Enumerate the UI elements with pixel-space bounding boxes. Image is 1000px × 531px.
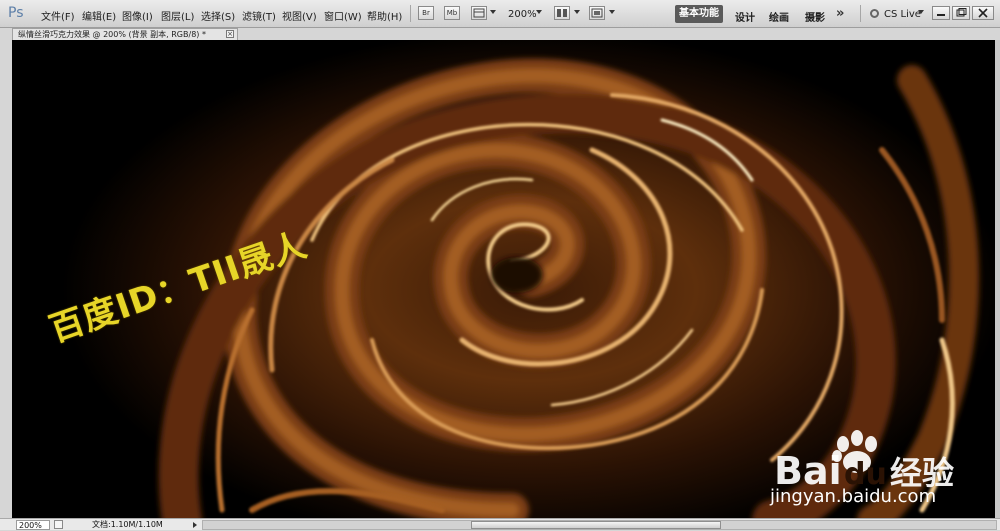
- status-bar: 200% 文档:1.10M/1.10M: [0, 518, 1000, 530]
- zoom-dropdown-icon[interactable]: [536, 10, 542, 14]
- screen-mode-icon[interactable]: [589, 6, 605, 20]
- menu-filter[interactable]: 滤镜(T): [242, 8, 276, 23]
- mini-bridge-button[interactable]: Mb: [444, 6, 460, 20]
- close-window-button[interactable]: [972, 6, 994, 20]
- menu-view[interactable]: 视图(V): [282, 8, 317, 23]
- workspace-essentials-button[interactable]: 基本功能: [675, 5, 723, 23]
- toolbar-separator: [860, 5, 861, 22]
- minimize-button[interactable]: [932, 6, 950, 20]
- view-extras-icon[interactable]: [471, 6, 487, 20]
- menu-select[interactable]: 选择(S): [201, 8, 235, 23]
- document-size-info: 文档:1.10M/1.10M: [92, 520, 163, 529]
- zoom-level-select[interactable]: 200%: [508, 9, 537, 20]
- menu-edit[interactable]: 编辑(E): [82, 8, 116, 23]
- workspace-painting-button[interactable]: 绘画: [769, 9, 789, 24]
- document-title: 纵情丝滑巧克力效果 @ 200% (背景 副本, RGB/8) *: [18, 30, 206, 39]
- left-gutter: [0, 28, 12, 518]
- vertical-scrollbar[interactable]: [995, 40, 1000, 518]
- arrange-documents-icon[interactable]: [554, 6, 570, 20]
- cs-live-button[interactable]: CS Live: [884, 9, 921, 20]
- status-menu-arrow-icon[interactable]: [193, 522, 197, 528]
- workspace-photography-button[interactable]: 摄影: [805, 9, 825, 24]
- menu-bar: Ps 文件(F) 编辑(E) 图像(I) 图层(L) 选择(S) 滤镜(T) 视…: [0, 0, 1000, 28]
- toolbar-separator: [410, 5, 411, 22]
- bridge-button[interactable]: Br: [418, 6, 434, 20]
- status-zoom-field[interactable]: 200%: [16, 520, 50, 530]
- cs-live-icon: [870, 9, 879, 18]
- restore-button[interactable]: [952, 6, 970, 20]
- close-icon[interactable]: ×: [226, 30, 234, 38]
- horizontal-scrollbar[interactable]: [202, 520, 997, 530]
- arrange-dropdown-icon[interactable]: [574, 10, 580, 14]
- cs-live-dropdown-icon[interactable]: [918, 10, 924, 14]
- more-workspaces-button[interactable]: »: [836, 6, 844, 21]
- menu-layer[interactable]: 图层(L): [161, 8, 194, 23]
- view-extras-dropdown-icon[interactable]: [490, 10, 496, 14]
- baidu-site-url: jingyan.baidu.com: [770, 486, 937, 507]
- workspace-design-button[interactable]: 设计: [735, 9, 755, 24]
- photoshop-logo: Ps: [8, 5, 24, 21]
- menu-window[interactable]: 窗口(W): [324, 8, 362, 23]
- horizontal-scrollbar-thumb[interactable]: [471, 521, 721, 529]
- screen-mode-dropdown-icon[interactable]: [609, 10, 615, 14]
- menu-file[interactable]: 文件(F): [41, 8, 75, 23]
- document-tab[interactable]: 纵情丝滑巧克力效果 @ 200% (背景 副本, RGB/8) * ×: [12, 28, 238, 40]
- status-info-icon[interactable]: [54, 520, 63, 529]
- menu-image[interactable]: 图像(I): [122, 8, 153, 23]
- menu-help[interactable]: 帮助(H): [367, 8, 402, 23]
- document-canvas[interactable]: 百度ID：TII晟人 Bai du 经验 jingyan.baidu.com: [12, 40, 995, 518]
